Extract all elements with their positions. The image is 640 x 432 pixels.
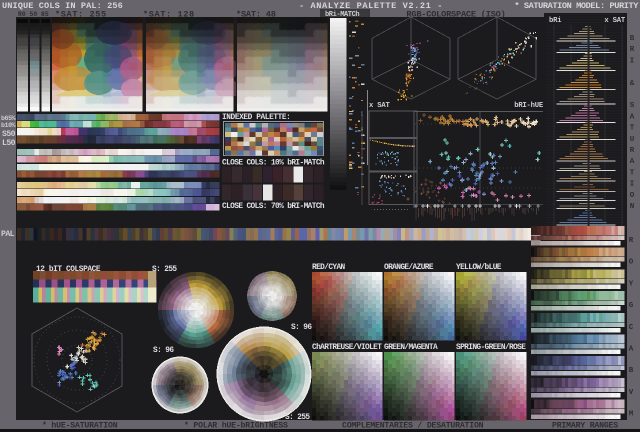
svg-text:R0 50 85: R0 50 85	[18, 11, 49, 18]
svg-text:PAL: PAL	[1, 230, 15, 239]
svg-text:B: B	[630, 35, 635, 43]
svg-text:T: T	[630, 169, 635, 177]
svg-text:b10%: b10%	[1, 122, 16, 129]
svg-text:R: R	[629, 237, 634, 245]
svg-text:S: S	[630, 102, 635, 110]
svg-text:RED/CYAN: RED/CYAN	[312, 264, 346, 272]
svg-text:S: 96: S: 96	[291, 324, 312, 332]
svg-text:L50: L50	[2, 139, 16, 148]
svg-text:&: &	[630, 80, 635, 88]
svg-text:RGB-COLORSPACE (ISO): RGB-COLORSPACE (ISO)	[406, 10, 505, 20]
svg-text:CLOSE COLS: 70% bRI-MATCh: CLOSE COLS: 70% bRI-MATCh	[222, 203, 325, 211]
svg-text:ORANGE/AZURE: ORANGE/AZURE	[384, 264, 434, 272]
svg-text:N: N	[630, 203, 635, 211]
svg-text:I: I	[630, 181, 635, 189]
svg-text:R: R	[630, 147, 635, 155]
svg-text:A: A	[630, 113, 635, 121]
svg-text:S: 96: S: 96	[153, 347, 174, 355]
svg-text:T: T	[630, 125, 635, 133]
svg-text:ChARTREUSE/VIOLET: ChARTREUSE/VIOLET	[312, 344, 382, 352]
svg-text:x SAT: x SAT	[369, 102, 390, 110]
svg-text:YELLOW/bLUE: YELLOW/bLUE	[456, 264, 502, 272]
svg-text:U: U	[630, 136, 635, 144]
svg-text:INDEXED PALETTE:: INDEXED PALETTE:	[222, 114, 290, 122]
svg-text:I: I	[630, 57, 635, 65]
svg-text:SPRING-GREEN/ROSE: SPRING-GREEN/ROSE	[456, 344, 526, 352]
svg-text:x SAT: x SAT	[604, 17, 625, 25]
svg-text:bRI-hUE: bRI-hUE	[514, 102, 544, 110]
svg-text:S: 255: S: 255	[152, 266, 177, 274]
svg-text:bRi-MATCh: bRi-MATCh	[325, 11, 359, 19]
svg-text:S: 255: S: 255	[285, 414, 310, 422]
svg-text:R: R	[630, 46, 635, 54]
svg-text:GREEN/MAGENTA: GREEN/MAGENTA	[384, 344, 438, 352]
svg-text:A: A	[630, 158, 635, 166]
svg-text:bRi: bRi	[549, 17, 562, 25]
svg-text:S50: S50	[2, 130, 16, 139]
svg-text:O: O	[630, 192, 635, 200]
svg-text:* SATURATION MODEL: PURITY: * SATURATION MODEL: PURITY	[514, 1, 639, 11]
svg-text:O: O	[629, 259, 634, 267]
svg-text:CLOSE COLS: 10% bRI-MATCh: CLOSE COLS: 10% bRI-MATCh	[222, 160, 325, 168]
svg-text:b65%: b65%	[1, 115, 16, 122]
